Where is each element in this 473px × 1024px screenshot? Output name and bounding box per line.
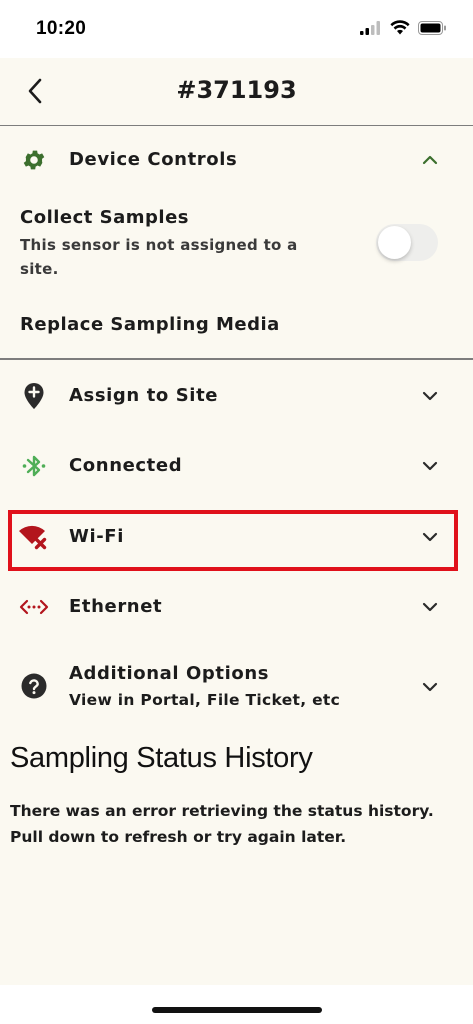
bluetooth-icon — [20, 452, 48, 480]
chevron-up-icon — [421, 151, 439, 169]
collect-samples-toggle[interactable] — [376, 224, 438, 261]
status-time: 10:20 — [36, 18, 87, 39]
status-bar: 10:20 — [0, 0, 473, 58]
chevron-down-icon — [421, 678, 439, 696]
cellular-signal-icon — [360, 20, 380, 35]
home-indicator[interactable] — [152, 1007, 322, 1013]
device-controls-header[interactable]: Device Controls — [0, 126, 473, 196]
gear-icon — [20, 146, 48, 174]
row-label: Ethernet — [69, 596, 163, 617]
collect-samples-label: Collect Samples — [20, 207, 190, 228]
section-divider — [0, 358, 473, 360]
chevron-down-icon — [421, 598, 439, 616]
ethernet-row[interactable]: Ethernet — [0, 572, 473, 642]
row-label: Assign to Site — [69, 385, 219, 406]
bottom-safe-area — [0, 985, 473, 1024]
ethernet-icon — [19, 593, 49, 621]
row-label: Connected — [69, 455, 183, 476]
battery-icon — [418, 20, 446, 35]
header-bar: #371193 — [0, 58, 473, 126]
help-circle-icon — [20, 672, 48, 700]
device-controls-label: Device Controls — [69, 149, 238, 170]
wifi-status-icon — [390, 20, 410, 35]
assign-to-site-row[interactable]: Assign to Site — [0, 361, 473, 431]
additional-options-row[interactable]: Additional Options View in Portal, File … — [0, 650, 473, 724]
history-title: Sampling Status History — [10, 742, 313, 774]
map-pin-plus-icon — [20, 382, 48, 410]
replace-sampling-media-button[interactable]: Replace Sampling Media — [20, 314, 280, 335]
connected-row[interactable]: Connected — [0, 431, 473, 501]
toggle-knob — [378, 226, 411, 259]
additional-options-sub: View in Portal, File Ticket, etc — [69, 691, 341, 709]
status-icons — [360, 20, 447, 35]
wifi-highlight-box — [8, 510, 458, 571]
chevron-down-icon — [421, 457, 439, 475]
chevron-down-icon — [421, 387, 439, 405]
page-title: #371193 — [176, 76, 297, 104]
history-error-message: There was an error retrieving the status… — [10, 802, 434, 846]
collect-samples-note: This sensor is not assigned to a site. — [20, 236, 298, 278]
additional-options-label: Additional Options — [69, 663, 270, 684]
